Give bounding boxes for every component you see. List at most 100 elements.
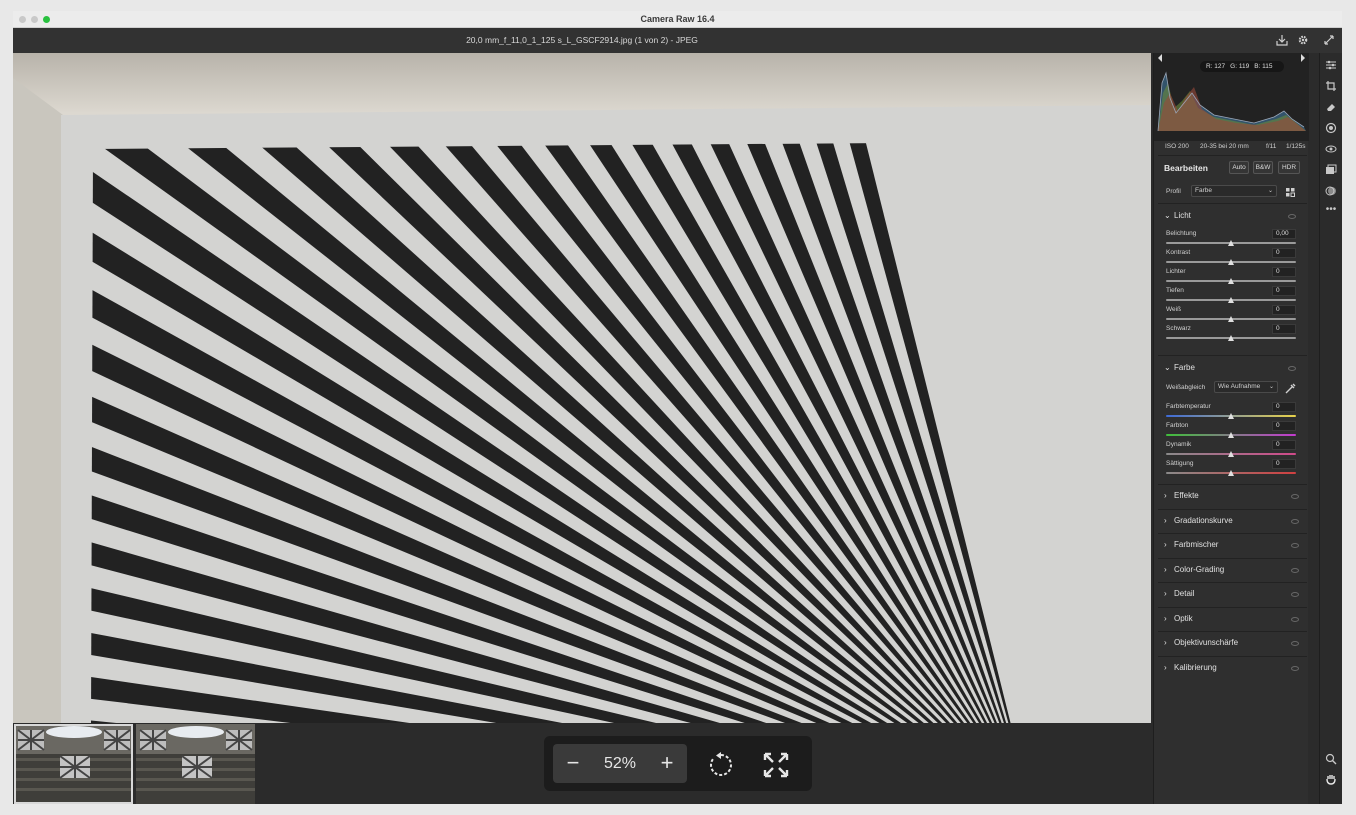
zoom-in-button[interactable]: +	[649, 744, 685, 783]
slider-value-input[interactable]: 0	[1272, 440, 1296, 450]
slider-value-input[interactable]: 0	[1272, 286, 1296, 296]
camera-raw-window: Camera Raw 16.4 20,0 mm_f_11,0_1_125 s_L…	[13, 11, 1342, 804]
fullscreen-icon[interactable]	[1322, 34, 1336, 48]
slider-value-input[interactable]: 0	[1272, 305, 1296, 315]
section-header-farbmischer[interactable]: › Farbmischer	[1158, 533, 1307, 555]
chevron-right-icon: ›	[1164, 564, 1167, 574]
slider-label: Lichter	[1166, 268, 1186, 275]
exif-info: ISO 200 20-35 bei 20 mm f/11 1/125s	[1154, 141, 1309, 155]
eye-icon[interactable]	[1291, 665, 1299, 671]
rotate-icon[interactable]	[706, 750, 736, 780]
slider-row: Farbton 0	[1166, 421, 1296, 441]
sliders-icon[interactable]	[1324, 59, 1338, 73]
chevron-right-icon: ›	[1164, 589, 1167, 598]
slider-label: Dynamik	[1166, 441, 1192, 448]
file-title: 20,0 mm_f_11,0_1_125 s_L_GSCF2914.jpg (1…	[466, 35, 698, 45]
auto-button[interactable]: Auto	[1229, 161, 1249, 174]
slider-handle[interactable]	[1228, 278, 1234, 284]
presets-icon[interactable]	[1324, 185, 1338, 199]
panel-scrollbar[interactable]	[1309, 53, 1319, 804]
profile-browser-icon[interactable]	[1285, 185, 1296, 197]
section-title: Farbe	[1174, 363, 1195, 372]
section-title: Gradationskurve	[1174, 515, 1233, 525]
hdr-button[interactable]: HDR	[1278, 161, 1300, 174]
slider-row: Farbtemperatur 0	[1166, 402, 1296, 422]
eyedropper-icon[interactable]	[1285, 381, 1296, 394]
eye-icon[interactable]	[1288, 214, 1296, 219]
slider-handle[interactable]	[1228, 297, 1234, 303]
white-balance-select[interactable]: Wie Aufnahme ⌄	[1214, 381, 1278, 393]
slider-row: Belichtung 0,00	[1166, 229, 1296, 249]
eye-icon[interactable]	[1291, 616, 1299, 622]
slider-handle[interactable]	[1228, 335, 1234, 341]
section-header-objektivunschärfe[interactable]: › Objektivunschärfe	[1158, 631, 1307, 653]
edit-panel: R: 127 G: 119 B: 115 ISO 200 20-35 bei 20 …	[1153, 53, 1309, 804]
eraser-icon[interactable]	[1324, 101, 1338, 115]
section-header-gradationskurve[interactable]: › Gradationskurve	[1158, 508, 1307, 531]
eye-icon[interactable]	[1291, 567, 1299, 573]
fit-screen-icon[interactable]	[761, 750, 791, 780]
zoom-tool-icon[interactable]	[1324, 753, 1338, 767]
slider-handle[interactable]	[1228, 259, 1234, 265]
slider-value-input[interactable]: 0	[1272, 421, 1296, 431]
crop-icon[interactable]	[1324, 80, 1338, 94]
eye-icon[interactable]	[1291, 494, 1299, 499]
slider-value-input[interactable]: 0,00	[1272, 229, 1296, 239]
slider-handle[interactable]	[1228, 316, 1234, 322]
eye-icon[interactable]	[1291, 592, 1299, 597]
eye-icon[interactable]	[1291, 518, 1299, 524]
thumbnail-1[interactable]	[14, 724, 133, 804]
thumbnail-2[interactable]	[136, 724, 255, 804]
slider-handle[interactable]	[1228, 432, 1234, 438]
slider-row: Dynamik 0	[1166, 440, 1296, 460]
eye-icon[interactable]	[1291, 543, 1299, 548]
slider-label: Weiß	[1166, 306, 1182, 313]
slider-value-input[interactable]: 0	[1272, 459, 1296, 469]
green-value: G: 119	[1230, 63, 1250, 70]
section-header-color[interactable]: ⌄ Farbe	[1164, 363, 1195, 372]
section-header-effekte[interactable]: › Effekte	[1158, 484, 1307, 506]
section-header-detail[interactable]: › Detail	[1158, 582, 1307, 604]
slider-value-input[interactable]: 0	[1272, 324, 1296, 334]
section-header-light[interactable]: ⌄ Licht	[1164, 211, 1191, 220]
section-header-optik[interactable]: › Optik	[1158, 606, 1307, 629]
image-canvas[interactable]	[13, 53, 1151, 723]
slider-value-input[interactable]: 0	[1272, 248, 1296, 258]
profile-value: Farbe	[1195, 187, 1212, 194]
slider-row: Schwarz 0	[1166, 324, 1296, 344]
chevron-right-icon: ›	[1164, 491, 1167, 500]
slider-handle[interactable]	[1228, 451, 1234, 457]
eye-icon[interactable]	[1288, 366, 1296, 371]
slider-handle[interactable]	[1228, 240, 1234, 246]
snapshots-icon[interactable]	[1324, 164, 1338, 178]
red-eye-icon[interactable]	[1324, 143, 1338, 157]
zoom-level[interactable]: 52%	[589, 744, 651, 783]
divider	[1158, 155, 1307, 156]
white-balance-value: Wie Aufnahme	[1218, 383, 1261, 390]
profile-select[interactable]: Farbe ⌄	[1191, 185, 1277, 197]
chevron-down-icon: ⌄	[1164, 363, 1171, 372]
save-icon[interactable]	[1275, 34, 1289, 48]
slider-value-input[interactable]: 0	[1272, 267, 1296, 277]
section-title: Detail	[1174, 589, 1195, 598]
more-icon[interactable]: •••	[1324, 203, 1338, 217]
slider-label: Schwarz	[1166, 325, 1191, 332]
zoom-out-button[interactable]: −	[555, 744, 591, 783]
mask-icon[interactable]	[1324, 122, 1338, 136]
bw-button[interactable]: B&W	[1253, 161, 1273, 174]
hand-tool-icon[interactable]	[1324, 773, 1338, 787]
section-title: Effekte	[1174, 491, 1199, 500]
section-title: Objektivunschärfe	[1174, 638, 1239, 647]
slider-handle[interactable]	[1228, 470, 1234, 476]
section-header-kalibrierung[interactable]: › Kalibrierung	[1158, 655, 1307, 678]
gear-icon[interactable]	[1296, 34, 1310, 48]
section-header-color-grading[interactable]: › Color-Grading	[1158, 557, 1307, 580]
section-title: Licht	[1174, 211, 1191, 220]
section-title: Kalibrierung	[1174, 662, 1217, 672]
aperture-value: f/11	[1266, 143, 1277, 150]
section-title: Color-Grading	[1174, 564, 1225, 574]
slider-value-input[interactable]: 0	[1272, 402, 1296, 412]
white-balance-label: Weißabgleich	[1166, 384, 1206, 391]
slider-handle[interactable]	[1228, 413, 1234, 419]
eye-icon[interactable]	[1291, 641, 1299, 646]
